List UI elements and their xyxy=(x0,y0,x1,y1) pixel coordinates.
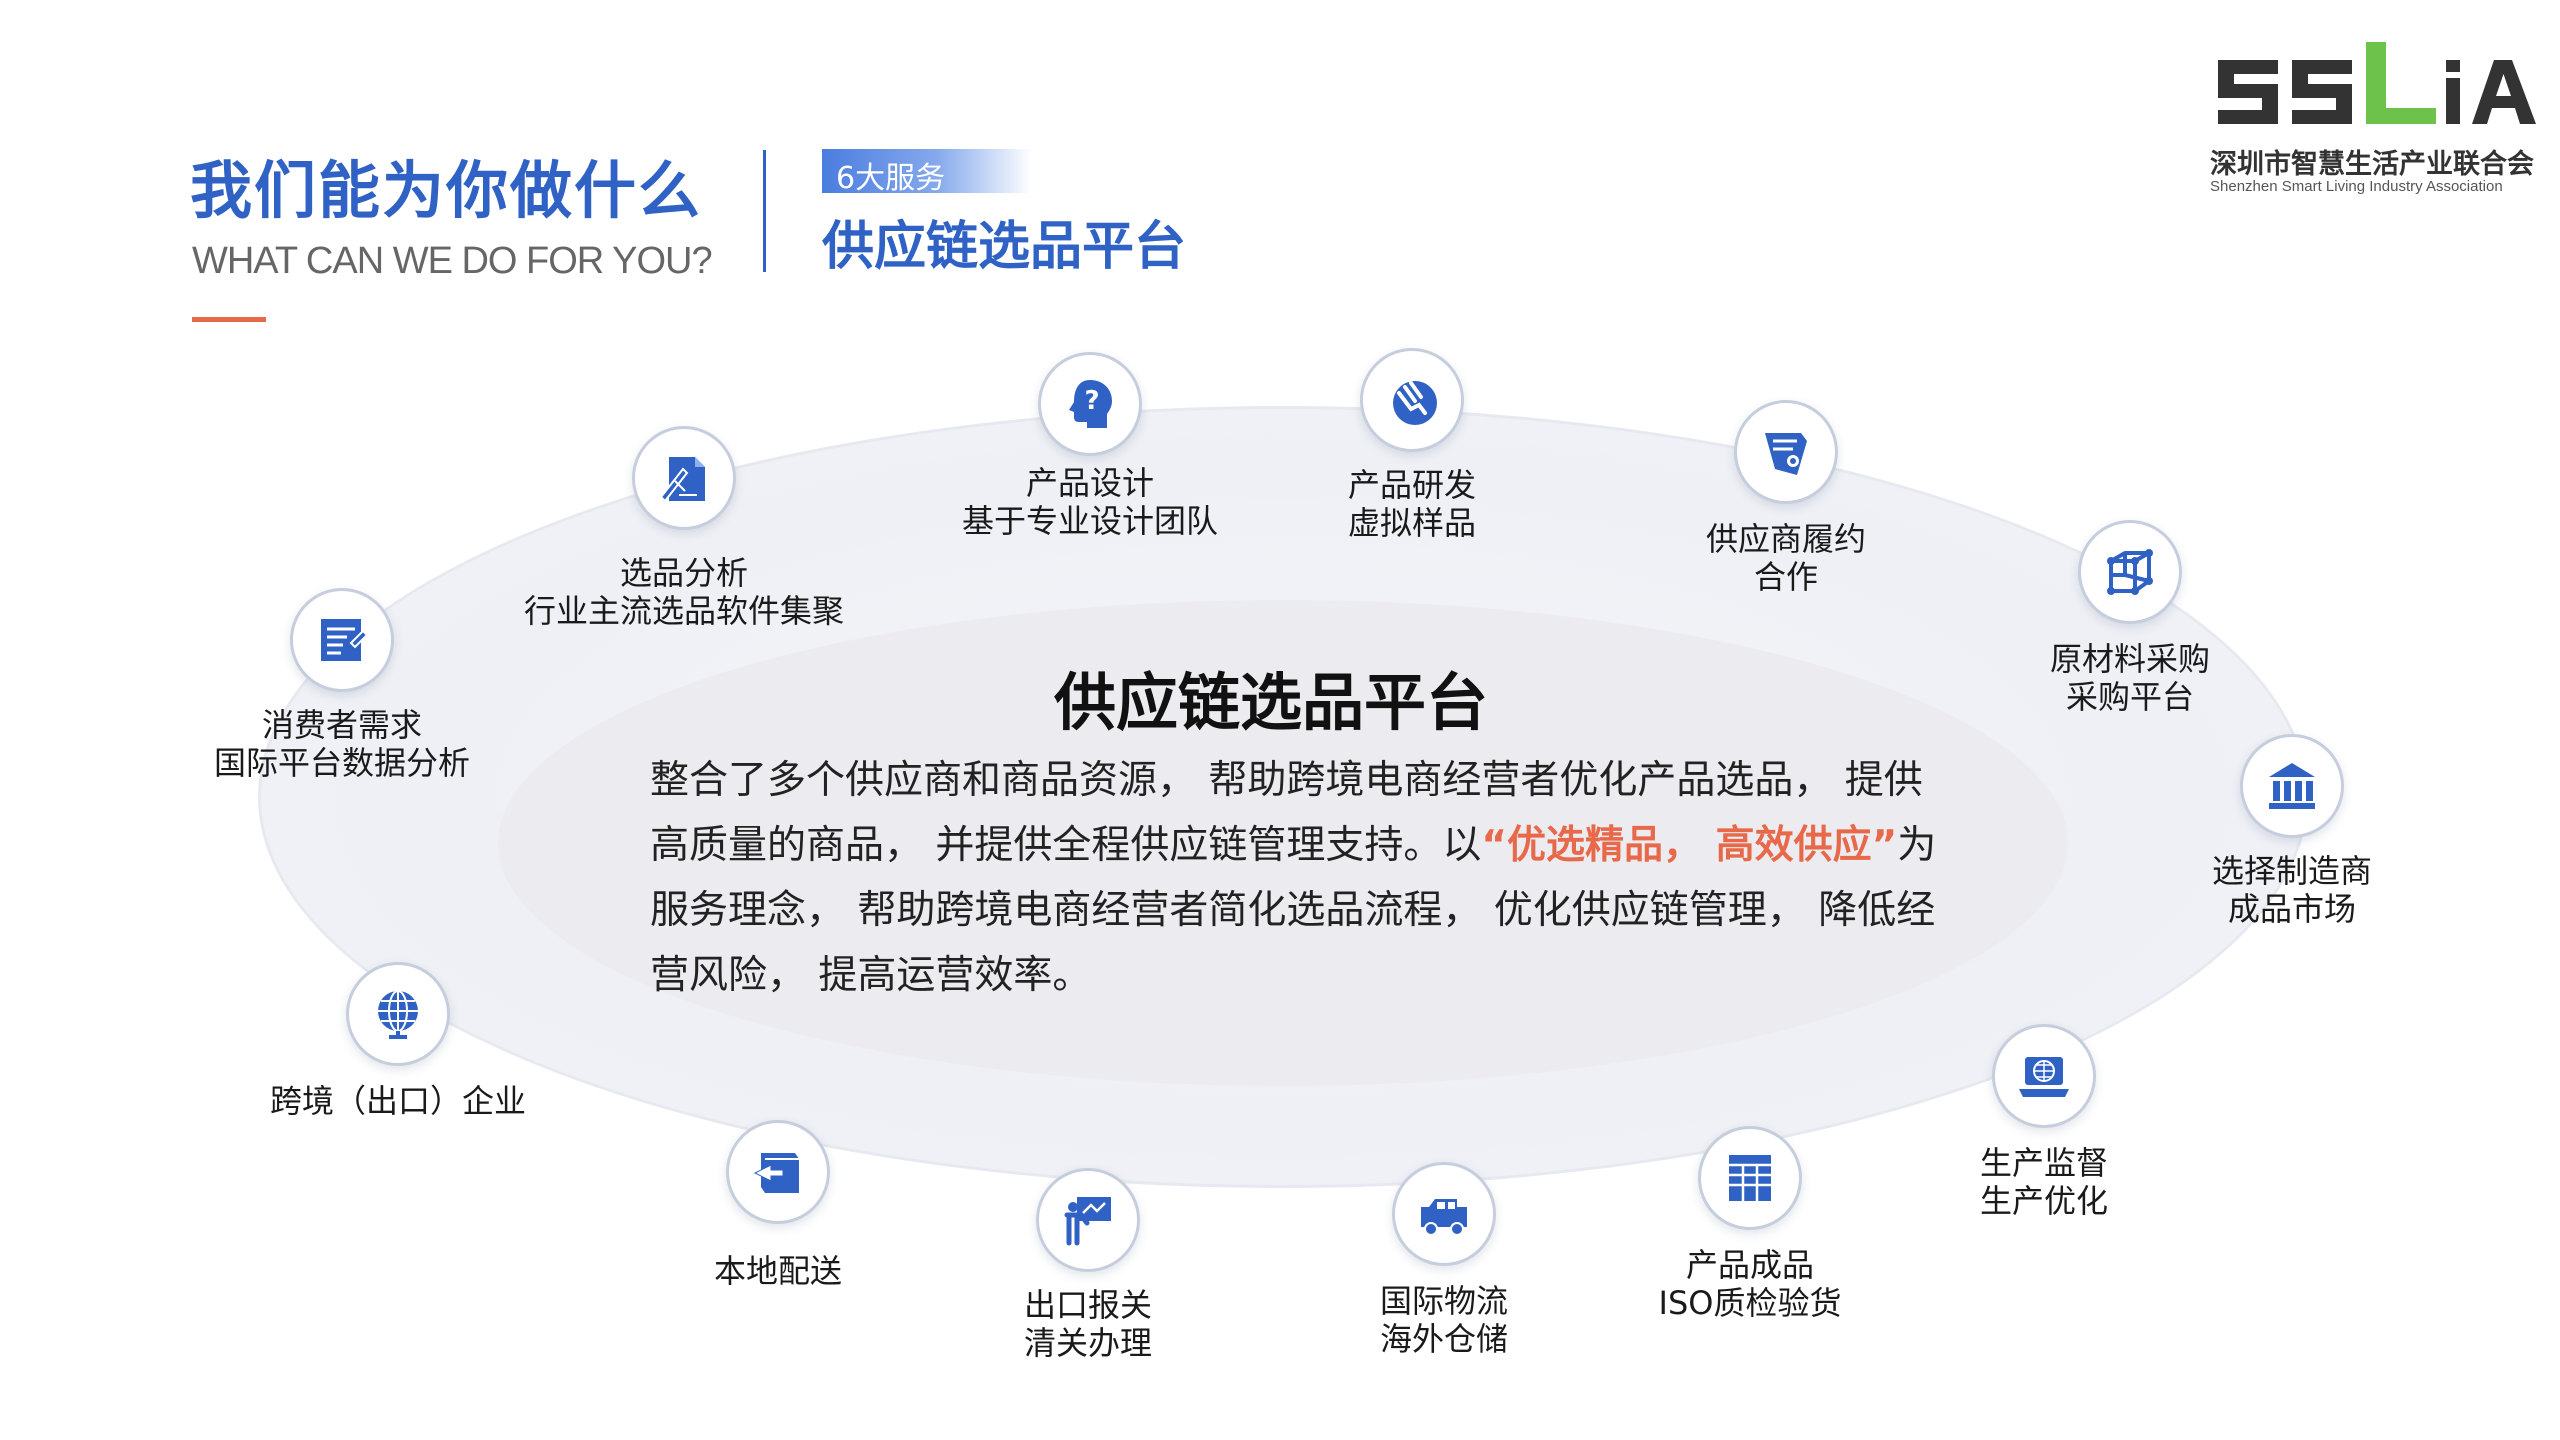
service-line1: 产品研发 xyxy=(1347,466,1476,504)
center-title: 供应链选品平台 xyxy=(1054,666,1489,739)
service-icon-circle xyxy=(1734,400,1838,504)
page-subtitle: WHAT CAN WE DO FOR YOU? xyxy=(192,240,713,282)
question-head-icon: ? xyxy=(1069,380,1112,428)
center-description: 整合了多个供应商和商品资源， 帮助跨境电商经营者优化产品选品， 提供高质量的商品… xyxy=(650,748,1950,1008)
service-count-badge: 6大服务 xyxy=(822,149,1032,196)
service-icon-circle xyxy=(2240,734,2344,838)
service-icon-circle xyxy=(1036,1168,1140,1272)
association-logo: 深圳市智慧生活产业联合会 Shenzhen Smart Living Indus… xyxy=(2210,38,2540,198)
service-line1: 选择制造商 xyxy=(2211,852,2372,890)
service-icon-circle xyxy=(346,962,450,1066)
globe-icon xyxy=(378,990,418,1039)
truck-icon xyxy=(1421,1199,1467,1236)
svg-text:?: ? xyxy=(1084,386,1099,416)
service-title: 供应链选品平台 xyxy=(822,217,1187,277)
service-line2: 清关办理 xyxy=(1023,1324,1152,1362)
contract-scroll-icon xyxy=(1765,433,1807,475)
service-line1: 出口报关 xyxy=(1023,1286,1152,1324)
page-title: 我们能为你做什么 xyxy=(190,154,703,227)
document-list-icon xyxy=(321,619,369,661)
service-icon-circle xyxy=(1360,348,1464,452)
service-line1: 产品成品 xyxy=(1685,1246,1814,1284)
service-icon-circle xyxy=(290,588,394,692)
presenter-board-icon xyxy=(1064,1197,1111,1246)
logo-name-cn: 深圳市智慧生活产业联合会 xyxy=(2210,149,2534,180)
service-line1: 消费者需求 xyxy=(261,706,422,744)
service-line2: 合作 xyxy=(1753,558,1818,596)
service-line2: 生产优化 xyxy=(1979,1182,2108,1220)
service-line2: 采购平台 xyxy=(2065,678,2194,716)
box-arrow-icon xyxy=(753,1153,799,1193)
service-line1: 生产监督 xyxy=(1979,1144,2108,1182)
service-icon-circle xyxy=(726,1120,830,1224)
service-icon-circle xyxy=(1698,1126,1802,1230)
desc-highlight: “优选精品， 高效供应” xyxy=(1481,823,1898,868)
header-divider xyxy=(763,150,766,272)
service-count-badge-label: 6大服务 xyxy=(836,161,946,196)
service-line1: 原材料采购 xyxy=(2049,640,2210,678)
service-line1: 本地配送 xyxy=(713,1252,842,1290)
laptop-globe-icon xyxy=(2019,1057,2069,1097)
service-line2: 成品市场 xyxy=(2227,890,2356,928)
service-line1: 供应商履约 xyxy=(1705,520,1866,558)
grid-table-icon xyxy=(1729,1155,1771,1201)
service-line2: 行业主流选品软件集聚 xyxy=(523,592,844,630)
service-icon-circle xyxy=(632,426,736,530)
service-icon-circle xyxy=(2078,520,2182,624)
touch-hand-icon xyxy=(1393,381,1437,425)
cube-icon xyxy=(2107,549,2153,595)
service-icon-circle xyxy=(1992,1024,2096,1128)
service-icon-circle xyxy=(1392,1162,1496,1266)
service-line2: 国际平台数据分析 xyxy=(213,744,470,782)
service-line1: 选品分析 xyxy=(619,554,748,592)
service-icon-circle: ? xyxy=(1038,352,1142,456)
pen-document-icon xyxy=(659,457,705,503)
service-line1: 跨境（出口）企业 xyxy=(269,1082,526,1120)
logo-name-en: Shenzhen Smart Living Industry Associati… xyxy=(2210,178,2503,195)
sslia-logo-mark-icon xyxy=(2218,42,2536,124)
bank-building-icon xyxy=(2269,763,2315,809)
title-underline xyxy=(192,317,266,322)
